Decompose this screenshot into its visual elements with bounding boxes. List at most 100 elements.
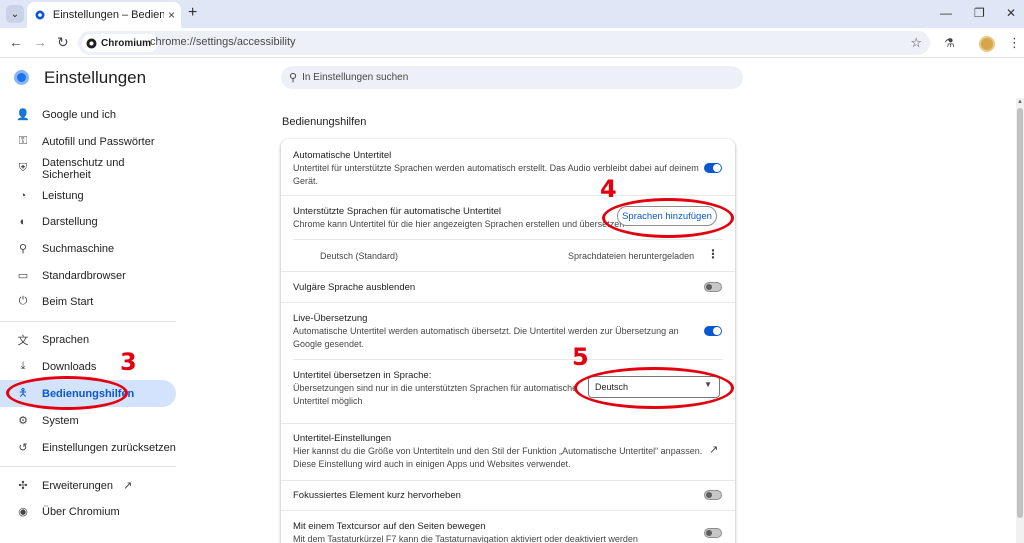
- sidebar-item-system[interactable]: ⚙ System: [0, 407, 176, 434]
- annotation-circle-4: [602, 198, 734, 238]
- external-link-icon[interactable]: ↗: [709, 443, 718, 456]
- section-title: Bedienungshilfen: [282, 116, 367, 128]
- sidebar-item-label: Autofill und Passwörter: [42, 135, 155, 148]
- more-actions-icon[interactable]: ⋮: [707, 247, 719, 261]
- settings-search-input[interactable]: ⚲ In Einstellungen suchen: [281, 66, 743, 89]
- language-name: Deutsch (Standard): [320, 251, 399, 261]
- chromium-logo-icon: ◉: [18, 506, 28, 518]
- speedometer-icon: ◔: [19, 189, 27, 202]
- divider: [281, 271, 735, 272]
- caret-browsing-desc: Mit dem Tastaturkürzel F7 kann die Tasta…: [293, 534, 638, 543]
- profanity-title: Vulgäre Sprache ausblenden: [293, 282, 416, 293]
- chromium-logo-icon: [86, 38, 97, 48]
- back-icon[interactable]: ←: [9, 35, 23, 49]
- sidebar-item-label: Über Chromium: [42, 505, 120, 518]
- sidebar-item-extensions[interactable]: ✣ Erweiterungen ↗: [0, 472, 176, 499]
- sidebar-item-languages[interactable]: 文 Sprachen: [0, 326, 176, 353]
- sidebar-item-label: Erweiterungen: [42, 479, 113, 492]
- divider: [293, 359, 723, 360]
- focus-highlight-title: Fokussiertes Element kurz hervorheben: [293, 490, 461, 501]
- scroll-up-icon[interactable]: ▲: [1017, 99, 1023, 105]
- sidebar-divider: [0, 321, 176, 322]
- close-window-icon[interactable]: ✕: [1006, 6, 1016, 20]
- language-status: Sprachdateien heruntergeladen: [568, 251, 695, 261]
- reload-icon[interactable]: ↻: [57, 35, 69, 49]
- divider: [281, 195, 735, 196]
- chromium-logo: [14, 70, 29, 85]
- shield-icon: ⛨: [18, 162, 28, 174]
- sidebar-item-autofill[interactable]: ⚿ Autofill und Passwörter: [0, 128, 176, 155]
- sidebar-item-appearance[interactable]: ◐ Darstellung: [0, 208, 176, 235]
- caption-settings-title: Untertitel-Einstellungen: [293, 433, 392, 444]
- sidebar-item-label: Beim Start: [42, 295, 94, 308]
- sidebar-item-about[interactable]: ◉ Über Chromium: [0, 498, 176, 525]
- search-placeholder: In Einstellungen suchen: [302, 72, 409, 83]
- external-link-icon: ↗: [122, 480, 133, 492]
- download-icon: ⤓: [20, 360, 26, 372]
- page-scrollbar[interactable]: ▲: [1016, 98, 1024, 543]
- puzzle-icon: ✣: [18, 480, 28, 492]
- caption-settings-desc-2: Diese Einstellung wird auch in einigen A…: [293, 459, 571, 469]
- caret-browsing-title: Mit einem Textcursor auf den Seiten bewe…: [293, 521, 486, 532]
- labs-flask-icon[interactable]: ⚗: [944, 36, 955, 50]
- divider: [281, 423, 735, 424]
- tab-title: Einstellungen – Bedienungshilfen: [52, 9, 164, 21]
- scrollbar-thumb[interactable]: [1017, 108, 1023, 518]
- chevron-down-icon: ⌄: [10, 8, 20, 20]
- close-tab-icon[interactable]: ×: [168, 9, 175, 21]
- browser-menu-icon[interactable]: ⋮: [1008, 35, 1021, 51]
- address-bar[interactable]: Chromium chrome://settings/accessibility…: [78, 31, 930, 55]
- sidebar-item-performance[interactable]: ◔ Leistung: [0, 182, 176, 209]
- focus-highlight-toggle[interactable]: [704, 490, 722, 500]
- sidebar-item-label: Downloads: [42, 360, 97, 373]
- active-tab[interactable]: Einstellungen – Bedienungshilfen ×: [27, 2, 181, 28]
- sidebar-item-label: Datenschutz und Sicherheit: [41, 156, 125, 181]
- sidebar-item-google[interactable]: 👤 Google und ich: [0, 101, 176, 128]
- auto-captions-toggle[interactable]: [704, 163, 722, 173]
- site-info-chip[interactable]: Chromium: [82, 34, 158, 52]
- sidebar-item-search-engine[interactable]: ⚲ Suchmaschine: [0, 235, 176, 262]
- translate-to-title: Untertitel übersetzen in Sprache:: [293, 370, 432, 381]
- profile-avatar[interactable]: [979, 36, 995, 52]
- tab-search-button[interactable]: ⌄: [6, 5, 24, 23]
- search-icon: ⚲: [18, 243, 28, 255]
- forward-icon[interactable]: →: [33, 35, 47, 49]
- sidebar-item-label: Darstellung: [42, 215, 98, 228]
- browser-window-icon: ▭: [17, 270, 29, 282]
- new-tab-button[interactable]: +: [188, 5, 197, 21]
- live-translate-title: Live-Übersetzung: [293, 313, 368, 324]
- caption-settings-desc: Hier kannst du die Größe von Untertiteln…: [293, 446, 703, 456]
- site-chip-label: Chromium: [101, 37, 151, 49]
- key-icon: ⚿: [18, 135, 28, 147]
- reset-icon: ↺: [18, 442, 28, 454]
- sidebar-item-reset[interactable]: ↺ Einstellungen zurücksetzen: [0, 434, 176, 461]
- caret-browsing-toggle[interactable]: [704, 528, 722, 538]
- sidebar-item-label: Leistung: [42, 189, 84, 202]
- divider: [281, 510, 735, 511]
- sidebar-item-on-startup[interactable]: ⏻ Beim Start: [0, 288, 176, 315]
- sidebar-item-label: Standardbrowser: [42, 269, 126, 282]
- annotation-number-3: 3: [120, 348, 137, 376]
- sidebar-item-label: Einstellungen zurücksetzen: [42, 441, 176, 454]
- sidebar-item-default-browser[interactable]: ▭ Standardbrowser: [0, 262, 176, 289]
- auto-captions-desc: Untertitel für unterstützte Sprachen wer…: [293, 163, 699, 173]
- sidebar-item-downloads[interactable]: ⤓ Downloads: [0, 353, 176, 380]
- toolbar: ← → ↻ Chromium chrome://settings/accessi…: [0, 28, 1024, 58]
- sidebar-item-label: Google und ich: [42, 108, 116, 121]
- bookmark-star-icon[interactable]: ☆: [910, 35, 922, 51]
- auto-captions-desc-2: Gerät.: [293, 176, 319, 186]
- restore-icon[interactable]: ❐: [974, 6, 985, 20]
- person-icon: 👤: [16, 109, 30, 121]
- sidebar-item-privacy[interactable]: ⛨ Datenschutz und Sicherheit: [0, 155, 176, 182]
- search-icon: ⚲: [289, 72, 298, 84]
- sidebar-item-label: Sprachen: [42, 333, 90, 346]
- translate-to-desc: Übersetzungen sind nur in die unterstütz…: [293, 383, 578, 393]
- page-title: Einstellungen: [44, 68, 147, 87]
- live-translate-toggle[interactable]: [704, 326, 722, 336]
- translate-to-desc-2: Untertitel möglich: [293, 396, 363, 406]
- minimize-icon[interactable]: —: [940, 6, 952, 20]
- sidebar-divider: [0, 466, 176, 467]
- profanity-toggle[interactable]: [704, 282, 722, 292]
- sidebar-item-label: Suchmaschine: [42, 242, 115, 255]
- url-text: chrome://settings/accessibility: [150, 36, 296, 48]
